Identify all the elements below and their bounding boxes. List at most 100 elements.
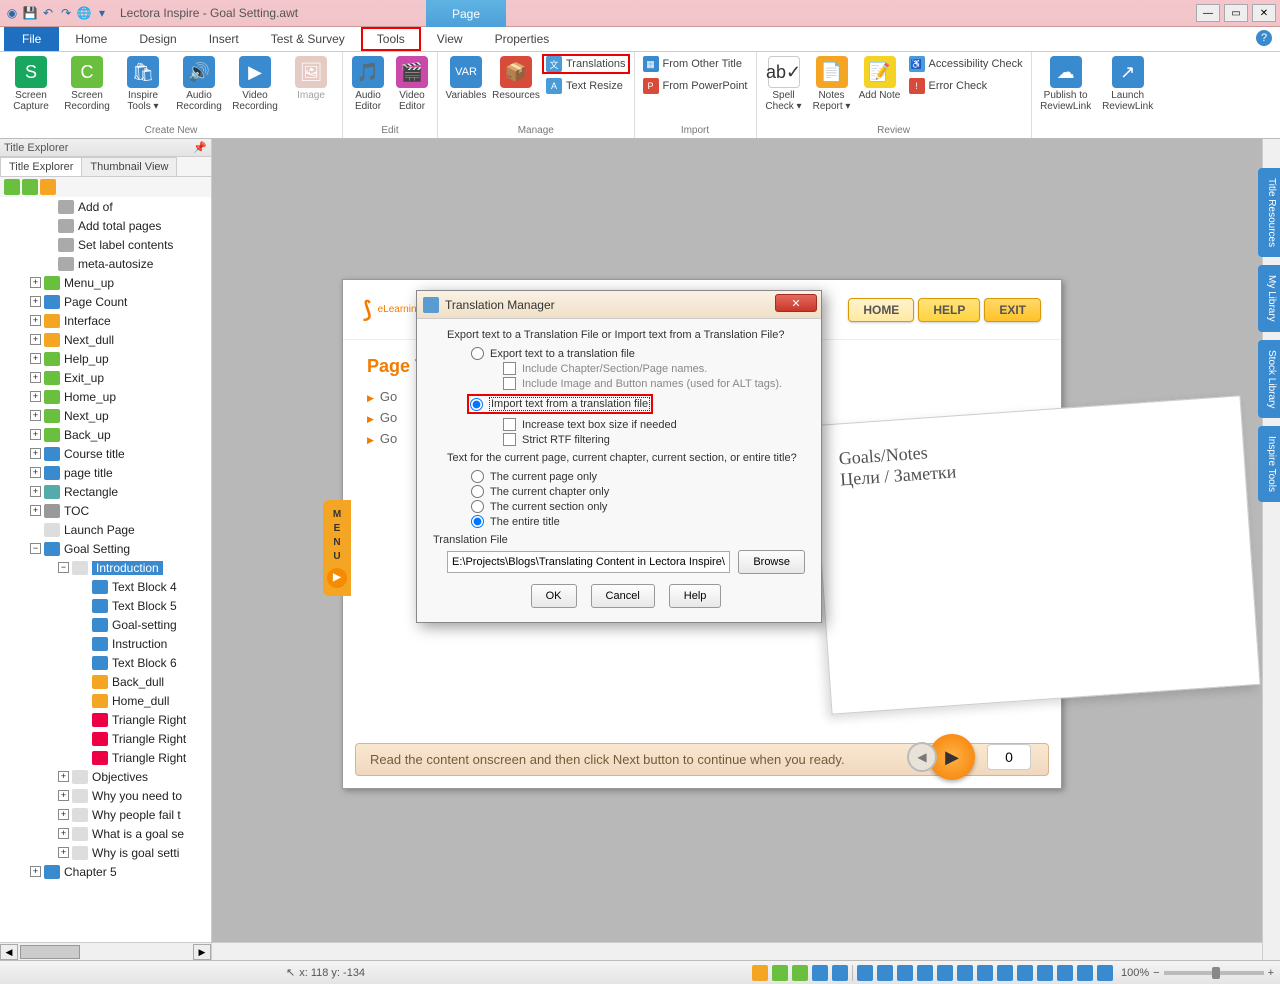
audio-recording-button[interactable]: 🔊Audio Recording <box>172 54 226 112</box>
status-icon[interactable] <box>917 965 933 981</box>
tree-item[interactable]: +Next_dull <box>0 330 211 349</box>
tree-item[interactable]: Add of <box>0 197 211 216</box>
expand-icon[interactable]: + <box>30 315 41 326</box>
page-home-button[interactable]: HOME <box>848 298 914 322</box>
variables-button[interactable]: VARVariables <box>442 54 490 101</box>
tree-item[interactable]: Launch Page <box>0 520 211 539</box>
tree-item[interactable]: +Home_up <box>0 387 211 406</box>
tree-item[interactable]: Back_dull <box>0 672 211 691</box>
tab-properties[interactable]: Properties <box>479 27 566 51</box>
tree-item[interactable]: +Objectives <box>0 767 211 786</box>
text-resize-button[interactable]: AText Resize <box>542 76 630 96</box>
status-icon[interactable] <box>897 965 913 981</box>
resources-button[interactable]: 📦Resources <box>492 54 540 101</box>
status-icon[interactable] <box>1037 965 1053 981</box>
dialog-close-button[interactable]: ✕ <box>775 294 817 312</box>
status-icon[interactable] <box>1097 965 1113 981</box>
minimize-button[interactable]: — <box>1196 4 1220 22</box>
expand-icon[interactable]: + <box>30 372 41 383</box>
ok-button[interactable]: OK <box>531 584 577 608</box>
tree-item[interactable]: Set label contents <box>0 235 211 254</box>
tree-item[interactable]: +Menu_up <box>0 273 211 292</box>
status-icon[interactable] <box>977 965 993 981</box>
status-icon[interactable] <box>1057 965 1073 981</box>
tree-item[interactable]: Text Block 5 <box>0 596 211 615</box>
tree-item[interactable]: +Help_up <box>0 349 211 368</box>
tab-insert[interactable]: Insert <box>193 27 255 51</box>
expand-icon[interactable]: + <box>30 391 41 402</box>
radio-import[interactable] <box>470 398 483 411</box>
status-icon[interactable] <box>857 965 873 981</box>
qat-dropdown-icon[interactable]: ▾ <box>94 5 110 21</box>
radio-entire-title[interactable] <box>471 515 484 528</box>
error-check-button[interactable]: !Error Check <box>905 76 1027 96</box>
expand-icon[interactable]: + <box>30 467 41 478</box>
translation-file-input[interactable] <box>447 551 730 573</box>
from-powerpoint-button[interactable]: PFrom PowerPoint <box>639 76 752 96</box>
expand-icon[interactable]: + <box>30 334 41 345</box>
tree-item[interactable]: Home_dull <box>0 691 211 710</box>
tree-item[interactable]: meta-autosize <box>0 254 211 273</box>
page-help-button[interactable]: HELP <box>918 298 980 322</box>
scroll-right-icon[interactable]: ▶ <box>193 944 211 960</box>
expand-icon[interactable]: + <box>30 353 41 364</box>
expand-icon[interactable]: + <box>30 410 41 421</box>
tree-item[interactable]: +Rectangle <box>0 482 211 501</box>
expand-icon[interactable]: + <box>58 809 69 820</box>
radio-current-section[interactable] <box>471 500 484 513</box>
audio-editor-button[interactable]: 🎵Audio Editor <box>347 54 389 112</box>
tree-item[interactable]: +Why you need to <box>0 786 211 805</box>
expand-icon[interactable]: − <box>30 543 41 554</box>
checkbox-include-alt[interactable] <box>503 377 516 390</box>
radio-export[interactable] <box>471 347 484 360</box>
sidetab-my-library[interactable]: My Library <box>1258 265 1280 332</box>
undo-icon[interactable]: ↶ <box>40 5 56 21</box>
tab-title-explorer[interactable]: Title Explorer <box>0 157 82 176</box>
sidetab-title-resources[interactable]: Title Resources <box>1258 168 1280 257</box>
tree-item[interactable]: Triangle Right <box>0 729 211 748</box>
tree-item[interactable]: Goal-setting <box>0 615 211 634</box>
redo-icon[interactable]: ↷ <box>58 5 74 21</box>
toolbar-icon-2[interactable] <box>22 179 38 195</box>
help-button[interactable]: Help <box>669 584 722 608</box>
tree-item[interactable]: +Chapter 5 <box>0 862 211 881</box>
sidetab-stock-library[interactable]: Stock Library <box>1258 340 1280 418</box>
screen-recording-button[interactable]: CScreen Recording <box>60 54 114 112</box>
tab-view[interactable]: View <box>421 27 479 51</box>
sidetab-inspire-tools[interactable]: Inspire Tools <box>1258 426 1280 502</box>
checkbox-strict-rtf[interactable] <box>503 433 516 446</box>
checkbox-include-names[interactable] <box>503 362 516 375</box>
tree-item[interactable]: +Next_up <box>0 406 211 425</box>
status-icon[interactable] <box>752 965 768 981</box>
expand-icon[interactable]: − <box>58 562 69 573</box>
status-icon[interactable] <box>937 965 953 981</box>
tree-item[interactable]: Text Block 6 <box>0 653 211 672</box>
radio-current-chapter[interactable] <box>471 485 484 498</box>
status-icon[interactable] <box>772 965 788 981</box>
tab-file[interactable]: File <box>4 27 59 51</box>
help-icon[interactable]: ? <box>1256 30 1272 46</box>
accessibility-check-button[interactable]: ♿Accessibility Check <box>905 54 1027 74</box>
globe-icon[interactable]: 🌐 <box>76 5 92 21</box>
tree-item[interactable]: +Course title <box>0 444 211 463</box>
context-tab-page[interactable]: Page <box>426 0 506 27</box>
screen-capture-button[interactable]: SScreen Capture <box>4 54 58 112</box>
expand-icon[interactable]: + <box>30 296 41 307</box>
expand-icon[interactable]: + <box>30 448 41 459</box>
tree-item[interactable]: Triangle Right <box>0 748 211 767</box>
tree-item[interactable]: +TOC <box>0 501 211 520</box>
tree-hscrollbar[interactable]: ◀ ▶ <box>0 942 211 960</box>
expand-icon[interactable]: + <box>58 828 69 839</box>
status-icon[interactable] <box>997 965 1013 981</box>
status-icon[interactable] <box>1017 965 1033 981</box>
toolbar-icon-1[interactable] <box>4 179 20 195</box>
page-exit-button[interactable]: EXIT <box>984 298 1041 322</box>
tree-item[interactable]: −Goal Setting <box>0 539 211 558</box>
expand-icon[interactable]: + <box>30 486 41 497</box>
status-icon[interactable] <box>792 965 808 981</box>
tree-item[interactable]: +Why is goal setti <box>0 843 211 862</box>
tree-item[interactable]: Instruction <box>0 634 211 653</box>
launch-reviewlink-button[interactable]: ↗Launch ReviewLink <box>1098 54 1158 112</box>
tab-home[interactable]: Home <box>59 27 123 51</box>
expand-icon[interactable]: + <box>30 866 41 877</box>
